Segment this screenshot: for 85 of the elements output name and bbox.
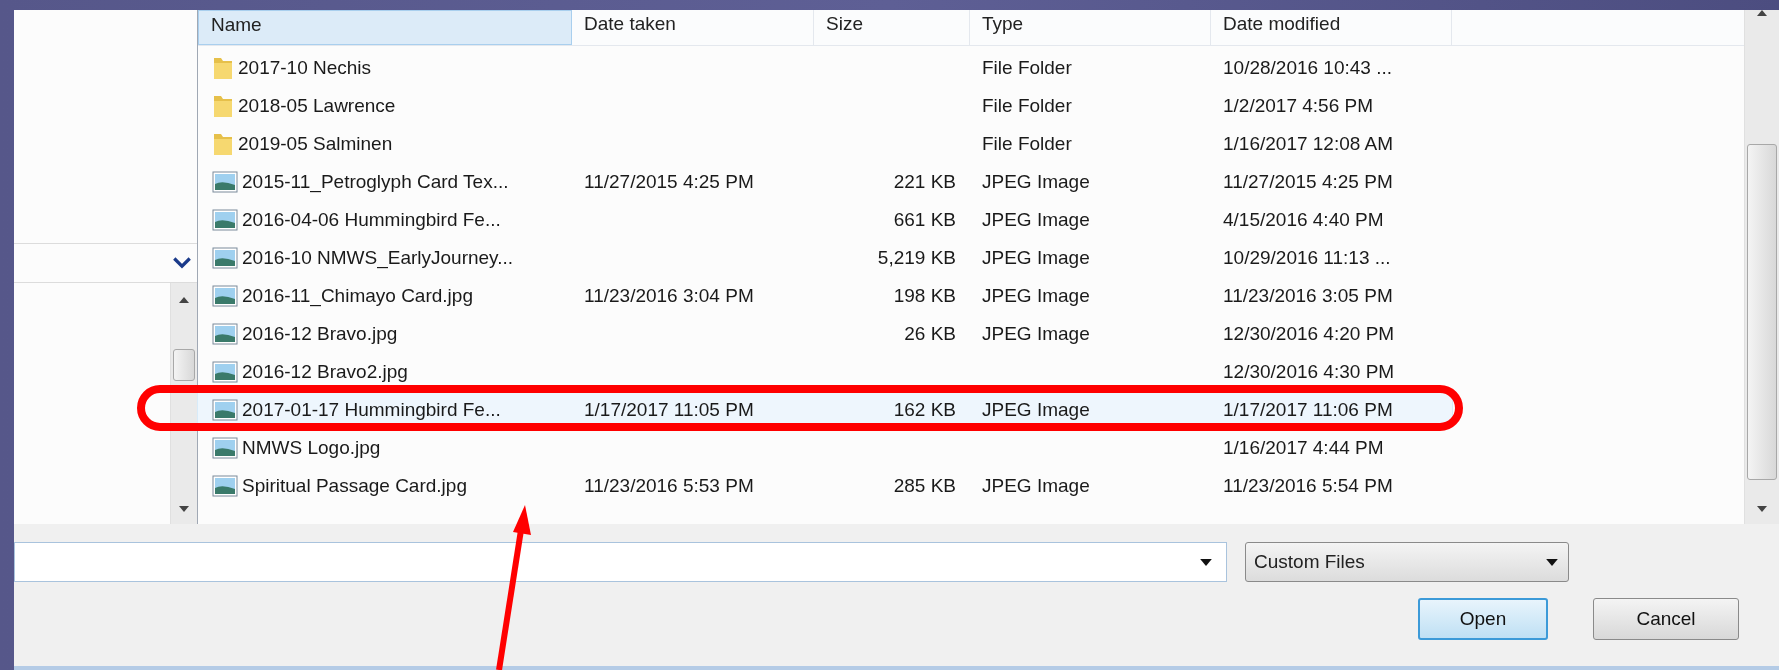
type: JPEG Image xyxy=(982,284,1090,307)
dropdown-arrow-icon[interactable] xyxy=(1546,558,1558,566)
date-modified: 11/27/2015 4:25 PM xyxy=(1223,170,1393,193)
column-header[interactable]: Name xyxy=(198,10,572,45)
file-name: 2017-10 Nechis xyxy=(238,56,372,79)
size: 162 KB xyxy=(893,398,956,421)
size: 661 KB xyxy=(893,208,956,231)
image-file-icon xyxy=(212,398,238,421)
file-name: 2016-04-06 Hummingbird Fe... xyxy=(242,208,501,231)
type: JPEG Image xyxy=(982,170,1090,193)
date-modified: 12/30/2016 4:30 PM xyxy=(1223,360,1395,383)
file-name: NMWS Logo.jpg xyxy=(242,436,381,459)
column-header[interactable]: Date taken xyxy=(572,10,814,45)
type: JPEG Image xyxy=(982,208,1090,231)
file-row[interactable]: NMWS Logo.jpg 1/16/2017 4:44 PM xyxy=(198,431,1452,464)
file-name: 2019-05 Salminen xyxy=(238,132,393,155)
file-name: 2018-05 Lawrence xyxy=(238,94,396,117)
file-row[interactable]: 2018-05 Lawrence File Folder 1/2/2017 4:56 PM xyxy=(198,89,1452,122)
size: 285 KB xyxy=(893,474,956,497)
date-modified: 11/23/2016 5:54 PM xyxy=(1223,474,1393,497)
date-taken: 11/27/2015 4:25 PM xyxy=(584,170,754,193)
type: JPEG Image xyxy=(982,474,1090,497)
date-taken: 1/17/2017 11:05 PM xyxy=(584,398,754,421)
date-modified: 10/29/2016 11:13 ... xyxy=(1223,246,1391,269)
size: 198 KB xyxy=(893,284,956,307)
file-row[interactable]: 2016-04-06 Hummingbird Fe... 661 KB JPEG Image 4/15/2016 4:40 PM xyxy=(198,203,1452,236)
size: 5,219 KB xyxy=(877,246,956,269)
file-name: 2016-10 NMWS_EarlyJourney... xyxy=(242,246,514,269)
column-header[interactable]: Type xyxy=(970,10,1211,45)
date-taken: 11/23/2016 3:04 PM xyxy=(584,284,754,307)
image-file-icon xyxy=(212,360,238,383)
image-file-icon xyxy=(212,322,238,345)
file-name: 2015-11_Petroglyph Card Tex... xyxy=(242,170,509,193)
file-row[interactable]: 2015-11_Petroglyph Card Tex... 11/27/2015 4:25 PM 221 KB JPEG Image 11/27/2015 4:25 PM xyxy=(198,165,1452,198)
date-modified: 1/17/2017 11:06 PM xyxy=(1223,398,1393,421)
date-modified: 1/16/2017 12:08 AM xyxy=(1223,132,1394,155)
scrollbar[interactable] xyxy=(170,283,197,524)
file-name: Spiritual Passage Card.jpg xyxy=(242,474,467,497)
image-file-icon xyxy=(212,436,238,459)
file-name-field[interactable] xyxy=(14,542,1227,582)
type: JPEG Image xyxy=(982,246,1090,269)
scroll-up-icon[interactable] xyxy=(1757,10,1767,16)
date-modified: 1/2/2017 4:56 PM xyxy=(1223,94,1373,117)
column-header[interactable]: Size xyxy=(814,10,970,45)
type: JPEG Image xyxy=(982,322,1090,345)
file-name: 2016-12 Bravo2.jpg xyxy=(242,360,408,383)
chevron-down-icon[interactable] xyxy=(173,257,191,269)
scroll-thumb[interactable] xyxy=(1747,144,1777,480)
type: JPEG Image xyxy=(982,398,1090,421)
image-file-icon xyxy=(212,170,238,193)
cancel-button[interactable]: Cancel xyxy=(1593,598,1739,640)
image-file-icon xyxy=(212,246,238,269)
file-row[interactable]: 2016-12 Bravo.jpg 26 KB JPEG Image 12/30/2016 4:20 PM xyxy=(198,317,1452,350)
date-modified: 11/23/2016 3:05 PM xyxy=(1223,284,1393,307)
type: File Folder xyxy=(982,132,1072,155)
file-name: 2016-12 Bravo.jpg xyxy=(242,322,398,345)
file-row[interactable]: 2016-11_Chimayo Card.jpg 11/23/2016 3:04 PM 198 KB JPEG Image 11/23/2016 3:05 PM xyxy=(198,279,1452,312)
dropdown-arrow-icon[interactable] xyxy=(1200,558,1212,566)
size: 221 KB xyxy=(893,170,956,193)
file-row[interactable]: 2017-10 Nechis File Folder 10/28/2016 10:43 ... xyxy=(198,51,1452,84)
type: File Folder xyxy=(982,94,1072,117)
file-type-dropdown[interactable]: Custom Files xyxy=(1245,542,1569,582)
image-file-icon xyxy=(212,474,238,497)
file-row[interactable]: 2019-05 Salminen File Folder 1/16/2017 12:08 AM xyxy=(198,127,1452,160)
image-file-icon xyxy=(212,208,238,231)
date-modified: 12/30/2016 4:20 PM xyxy=(1223,322,1395,345)
date-modified: 10/28/2016 10:43 ... xyxy=(1223,56,1393,79)
scroll-up-icon[interactable] xyxy=(179,297,189,303)
date-modified: 4/15/2016 4:40 PM xyxy=(1223,208,1384,231)
date-modified: 1/16/2017 4:44 PM xyxy=(1223,436,1384,459)
scroll-down-icon[interactable] xyxy=(1757,506,1767,512)
type: File Folder xyxy=(982,56,1072,79)
size: 26 KB xyxy=(904,322,956,345)
file-row[interactable]: 2016-12 Bravo2.jpg 12/30/2016 4:30 PM xyxy=(198,355,1452,388)
scrollbar[interactable] xyxy=(1744,10,1779,524)
file-row[interactable]: Spiritual Passage Card.jpg 11/23/2016 5:53 PM 285 KB JPEG Image 11/23/2016 5:54 PM xyxy=(198,469,1452,502)
file-name: 2017-01-17 Hummingbird Fe... xyxy=(242,398,501,421)
date-taken: 11/23/2016 5:53 PM xyxy=(584,474,754,497)
open-button[interactable]: Open xyxy=(1418,598,1548,640)
file-name: 2016-11_Chimayo Card.jpg xyxy=(242,284,473,307)
column-header[interactable]: Date modified xyxy=(1211,10,1452,45)
scroll-down-icon[interactable] xyxy=(179,506,189,512)
file-row[interactable]: 2016-10 NMWS_EarlyJourney... 5,219 KB JPEG Image 10/29/2016 11:13 ... xyxy=(198,241,1452,274)
image-file-icon xyxy=(212,284,238,307)
scroll-thumb[interactable] xyxy=(172,349,196,381)
